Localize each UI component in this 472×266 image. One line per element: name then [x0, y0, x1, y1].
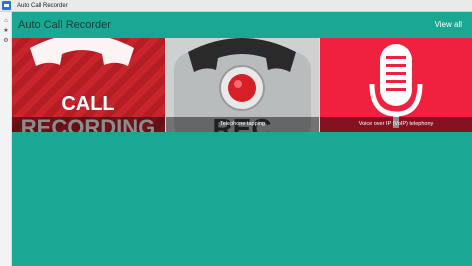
star-icon[interactable]: ★: [3, 28, 9, 34]
window-title: Auto Call Recorder: [17, 3, 68, 9]
tile-row: CALL RECORDING REC Telephone tapping Voi…: [12, 38, 472, 132]
tile-caption: Telephone tapping: [166, 117, 319, 132]
page-title: Auto Call Recorder: [18, 19, 111, 31]
app-icon: [2, 1, 11, 10]
window-titlebar: Auto Call Recorder: [0, 0, 472, 12]
art-text-call: CALL: [61, 93, 114, 115]
tile-caption: Voice over IP (VoIP) telephony: [320, 117, 472, 132]
left-sidebar: ⌂ ★ ⚙: [0, 12, 12, 266]
tile-telephone-tapping[interactable]: REC Telephone tapping: [166, 38, 319, 132]
tile-voip-telephony[interactable]: Voice over IP (VoIP) telephony: [320, 38, 472, 132]
home-icon[interactable]: ⌂: [3, 18, 9, 24]
settings-icon[interactable]: ⚙: [3, 38, 9, 44]
tile-caption: [12, 117, 165, 132]
page-header: Auto Call Recorder View all: [12, 12, 472, 38]
view-all-link[interactable]: View all: [435, 20, 462, 29]
tile-call-recording[interactable]: CALL RECORDING: [12, 38, 165, 132]
